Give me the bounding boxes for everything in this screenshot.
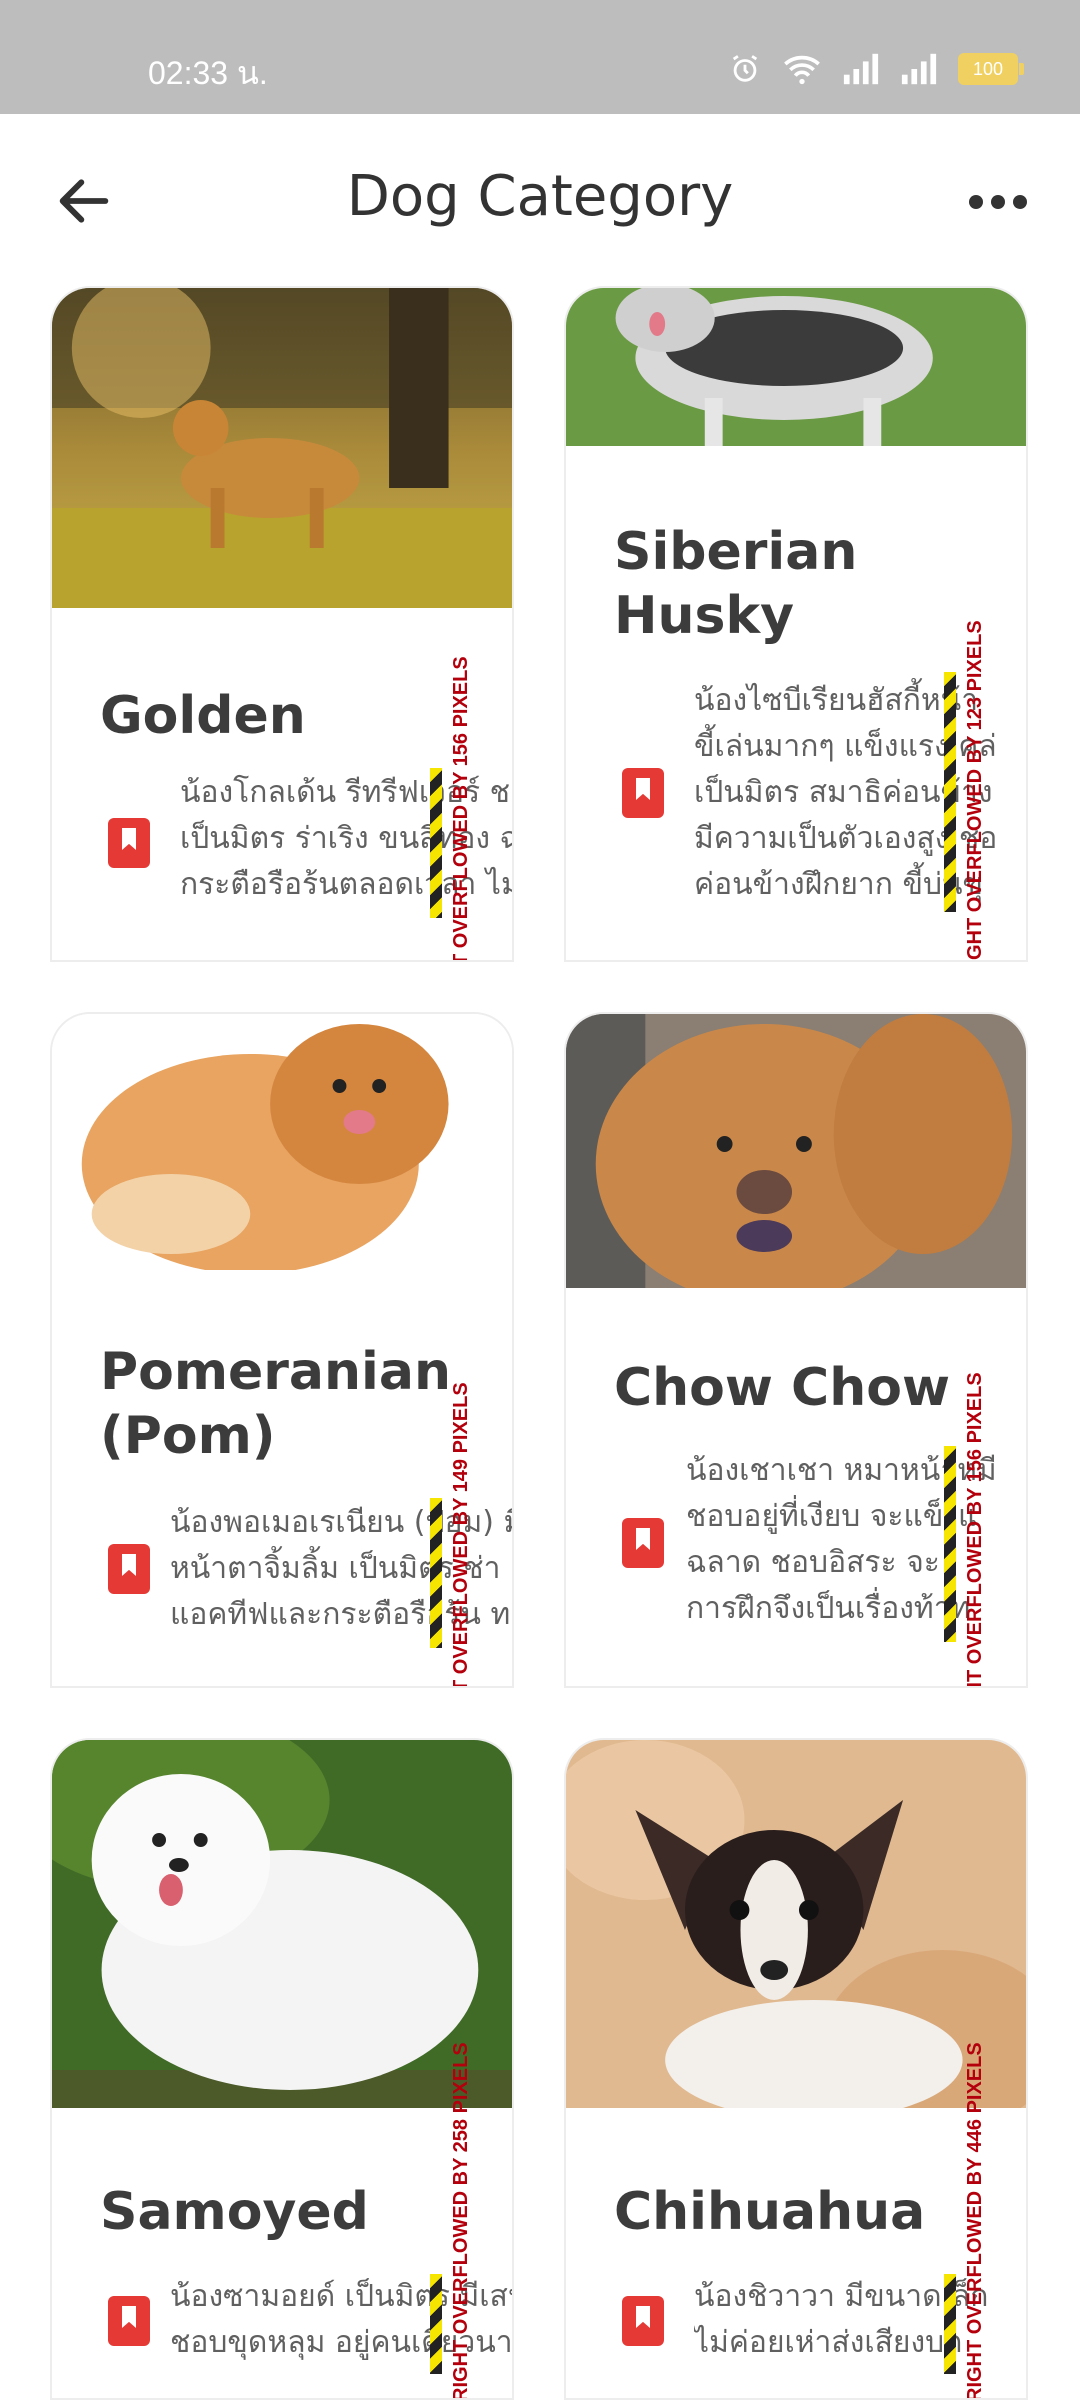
siberian-husky-photo [566,288,1026,446]
pomeranian-photo [52,1014,512,1270]
bookmark-icon[interactable] [622,768,664,818]
more-horizontal-icon[interactable] [968,182,1028,222]
wifi-icon [784,55,820,85]
bookmark-icon[interactable] [622,1518,664,1568]
overflow-indicator [944,672,956,912]
overflow-indicator [430,2274,442,2374]
battery-indicator: 100 [958,53,1024,85]
signal-icon-2 [901,53,937,85]
status-icons: 100 [728,52,1024,86]
dog-name: Golden [100,686,306,746]
dog-name: Siberian Husky [614,522,858,646]
bookmark-icon[interactable] [622,2296,664,2346]
dog-card-chihuahua[interactable]: Chihuahua น้องชิวาวา มีขนาดเล็ก ไม่ค่อยเ… [564,1738,1028,2400]
overflow-indicator [430,768,442,918]
chow-chow-photo [566,1014,1026,1288]
signal-icon-1 [843,53,879,85]
overflow-label: RIGHT OVERFLOWED BY 446 PIXELS [964,2042,986,2400]
dog-name: Chow Chow [614,1358,950,1418]
dog-name: Chihuahua [614,2182,926,2242]
overflow-indicator [944,2274,956,2374]
samoyed-photo [52,1740,512,2108]
dog-card-pomeranian[interactable]: Pomeranian (Pom) น้องพอเมอเรเนียน (ปอม) … [50,1012,514,1688]
dog-card-siberian-husky[interactable]: Siberian Husky น้องไซบีเรียนฮัสกี้หน้า ข… [564,286,1028,962]
chihuahua-photo [566,1740,1026,2108]
overflow-label: RIGHT OVERFLOWED BY 123 PIXELS [964,620,986,962]
bookmark-icon[interactable] [108,1544,150,1594]
dog-card-golden[interactable]: Golden น้องโกลเด้น รีทรีฟเวอร์ ชอ เป็นมิ… [50,286,514,962]
overflow-label: RIGHT OVERFLOWED BY 149 PIXELS [450,1382,472,1688]
overflow-indicator [944,1446,956,1642]
overflow-indicator [430,1498,442,1648]
alarm-icon [732,55,758,82]
bookmark-icon[interactable] [108,818,150,868]
app-bar: Dog Category [0,114,1080,284]
overflow-label: RIGHT OVERFLOWED BY 258 PIXELS [450,2042,472,2400]
dog-card-chow-chow[interactable]: Chow Chow น้องเชาเชา หมาหน้าหมี ชอบอยู่ท… [564,1012,1028,1688]
page-title: Dog Category [346,164,734,229]
dog-card-samoyed[interactable]: Samoyed น้องซามอยด์ เป็นมิตร มีเสน่ ชอบข… [50,1738,514,2400]
bookmark-icon[interactable] [108,2296,150,2346]
overflow-label: RIGHT OVERFLOWED BY 156 PIXELS [964,1372,986,1688]
dog-name: Samoyed [100,2182,369,2242]
overflow-label: RIGHT OVERFLOWED BY 156 PIXELS [450,656,472,962]
golden-retriever-photo [52,288,512,608]
status-bar: 02:33 น. 100 [0,0,1080,114]
dog-name: Pomeranian (Pom) [100,1342,451,1466]
status-time: 02:33 น. [148,55,268,91]
